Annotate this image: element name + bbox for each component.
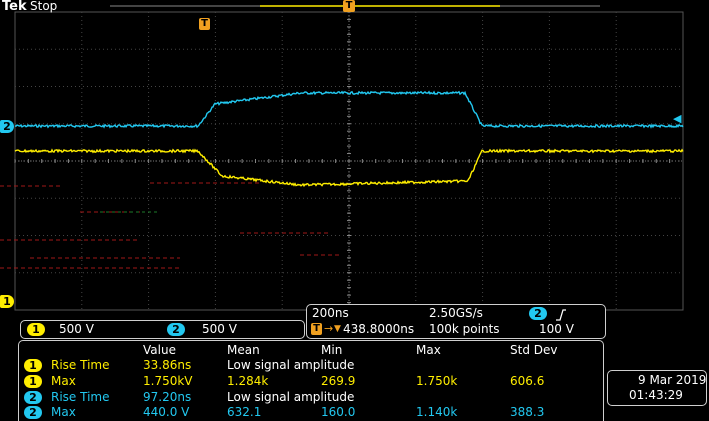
- measurement-mean: Low signal amplitude: [227, 390, 355, 404]
- measurement-name: Max: [51, 374, 76, 388]
- sample-rate: 2.50GS/s: [429, 306, 483, 320]
- chevron-down-icon: ▼: [334, 324, 341, 334]
- trigger-point-icon[interactable]: T: [199, 18, 210, 30]
- horizontal-trigger-panel[interactable]: 200ns 2.50GS/s 2 T → ▼ 438.8000ns 100k p…: [306, 304, 606, 339]
- measurement-min: 160.0: [321, 405, 356, 419]
- measurement-row[interactable]: 1 Rise Time 33.86ns Low signal amplitude: [19, 358, 603, 373]
- channel-2-ground-marker[interactable]: 2: [0, 120, 14, 133]
- measurement-std-dev: 606.6: [510, 374, 545, 388]
- channel-2-scale[interactable]: 500 V: [202, 322, 237, 336]
- channel-scale-bar: 1 500 V 2 500 V: [20, 320, 305, 339]
- measurement-name: Max: [51, 405, 76, 419]
- trigger-level-arrow-icon[interactable]: ◀: [673, 112, 681, 125]
- trigger-source-badge[interactable]: 2: [529, 307, 547, 320]
- measurement-row[interactable]: 1 Max 1.750kV 1.284k 269.9 1.750k 606.6: [19, 374, 603, 389]
- arrow-right-icon: →: [324, 322, 334, 335]
- channel-badge: 2: [24, 391, 42, 404]
- trigger-position-marker[interactable]: T: [343, 0, 355, 12]
- measurement-mean: 632.1: [227, 405, 262, 419]
- datetime-box: 9 Mar 2019 01:43:29: [607, 370, 707, 406]
- trigger-level[interactable]: 100 V: [539, 322, 574, 336]
- date-readout: 9 Mar 2019: [638, 373, 707, 387]
- time-readout: 01:43:29: [629, 388, 683, 402]
- measurement-table: Value Mean Min Max Std Dev 1 Rise Time 3…: [18, 340, 604, 421]
- channel-badge: 1: [24, 359, 42, 372]
- header-min: Min: [321, 343, 343, 357]
- measurement-value: 33.86ns: [143, 358, 192, 372]
- record-length: 100k points: [429, 322, 500, 336]
- brand-logo: Tek: [2, 0, 27, 14]
- trigger-position-icon: T: [311, 323, 322, 335]
- measurement-max: 1.140k: [416, 405, 458, 419]
- measurement-value: 1.750kV: [143, 374, 193, 388]
- measurement-std-dev: 388.3: [510, 405, 545, 419]
- measurement-name: Rise Time: [51, 358, 110, 372]
- channel-badge: 1: [24, 375, 42, 388]
- trigger-position[interactable]: 438.8000ns: [343, 322, 414, 336]
- channel-2-trace: [14, 90, 684, 129]
- measurement-mean: 1.284k: [227, 374, 269, 388]
- measurement-header-row: Value Mean Min Max Std Dev: [19, 343, 603, 357]
- channel-1-ground-marker[interactable]: 1: [0, 295, 14, 308]
- header-std-dev: Std Dev: [510, 343, 558, 357]
- channel-1-scale[interactable]: 500 V: [59, 322, 94, 336]
- header-value: Value: [143, 343, 176, 357]
- header-max: Max: [416, 343, 441, 357]
- measurement-min: 269.9: [321, 374, 356, 388]
- measurement-value: 440.0 V: [143, 405, 190, 419]
- channel-badge: 2: [24, 406, 42, 419]
- channel-1-badge[interactable]: 1: [27, 323, 45, 336]
- acquisition-status[interactable]: Stop: [30, 0, 57, 13]
- measurement-mean: Low signal amplitude: [227, 358, 355, 372]
- measurement-max: 1.750k: [416, 374, 458, 388]
- measurement-row[interactable]: 2 Rise Time 97.20ns Low signal amplitude: [19, 390, 603, 405]
- header-mean: Mean: [227, 343, 260, 357]
- channel-2-badge[interactable]: 2: [167, 323, 185, 336]
- measurement-row[interactable]: 2 Max 440.0 V 632.1 160.0 1.140k 388.3: [19, 405, 603, 420]
- horizontal-scale[interactable]: 200ns: [312, 306, 349, 320]
- measurement-name: Rise Time: [51, 390, 110, 404]
- measurement-value: 97.20ns: [143, 390, 192, 404]
